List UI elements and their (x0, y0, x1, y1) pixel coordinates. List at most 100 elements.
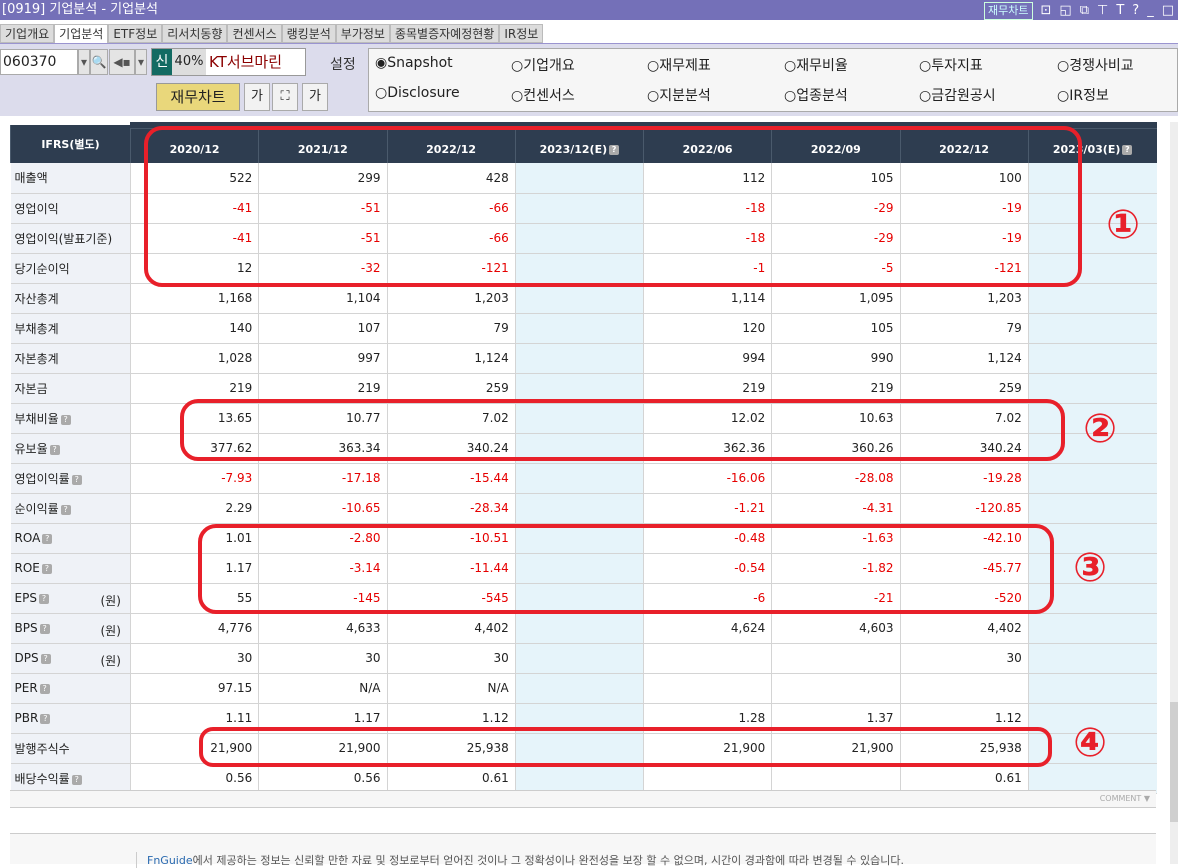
stock-code-input[interactable]: 060370 (0, 49, 78, 75)
tab-1[interactable]: 기업분석 (54, 24, 109, 43)
table-cell: 21,900 (642, 733, 772, 764)
tab-5[interactable]: 랭킹분석 (281, 24, 336, 43)
unit-label: (원) (100, 623, 121, 638)
table-cell (514, 163, 644, 194)
radio-option[interactable]: ○금감원공시 (919, 85, 996, 105)
settings-button[interactable]: 설정 (330, 54, 356, 74)
search-icon[interactable]: 🔍 (90, 49, 108, 75)
scrollbar-thumb[interactable] (1170, 702, 1178, 822)
tab-6[interactable]: 부가정보 (335, 24, 390, 43)
pin-icon[interactable]: ⊤ (1097, 1, 1108, 21)
radio-option[interactable]: ◉Snapshot (375, 55, 453, 71)
window-icon[interactable]: ⧉ (1080, 1, 1089, 21)
table-row: EPS? (원) 55 -145 -545 -6 -21 -520 (10, 583, 1157, 614)
tab-2[interactable]: ETF정보 (108, 24, 163, 43)
table-cell: -17.18 (258, 463, 387, 494)
fit-screen-button[interactable]: ⛶ (272, 83, 298, 111)
help-icon[interactable]: ? (71, 474, 82, 485)
layout-icon[interactable]: ◱ (1059, 1, 1071, 21)
table-cell (514, 313, 644, 344)
tab-4[interactable]: 컨센서스 (227, 24, 282, 43)
tab-3[interactable]: 리서치동향 (162, 24, 228, 43)
row-label-text: PER (14, 681, 38, 695)
help-icon[interactable]: ? (60, 414, 71, 425)
help-icon[interactable]: ? (49, 444, 60, 455)
help-icon[interactable]: ? (1122, 145, 1133, 155)
radio-option[interactable]: ○컨센서스 (511, 85, 575, 105)
tab-0[interactable]: 기업개요 (0, 24, 55, 43)
maximize-icon[interactable]: □ (1162, 1, 1174, 21)
help-icon[interactable]: ? (609, 145, 620, 155)
column-header-label: 2022/06 (682, 143, 733, 156)
radio-unchecked-icon[interactable]: ○ (647, 88, 659, 104)
help-icon[interactable]: ? (71, 774, 82, 785)
radio-checked-icon[interactable]: ◉ (375, 55, 387, 71)
radio-option[interactable]: ○투자지표 (919, 55, 983, 75)
tab-8[interactable]: IR정보 (499, 24, 544, 43)
font-icon[interactable]: T (1116, 1, 1124, 21)
radio-unchecked-icon[interactable]: ○ (919, 58, 931, 74)
help-icon[interactable]: ? (39, 684, 50, 694)
table-cell: 1,124 (386, 343, 516, 374)
font-decrease-button[interactable]: 가 (244, 83, 270, 111)
table-cell (1027, 763, 1157, 794)
minimize-icon[interactable]: _ (1147, 1, 1154, 21)
row-label-text: 자산총계 (14, 291, 59, 306)
radio-option[interactable]: ○재무비율 (784, 55, 848, 75)
table-cell: 1.17 (129, 553, 259, 584)
table-cell: -29 (771, 193, 900, 224)
radio-unchecked-icon[interactable]: ○ (919, 88, 931, 104)
help-icon[interactable]: ? (60, 504, 71, 515)
radio-unchecked-icon[interactable]: ○ (511, 58, 523, 74)
table-cell (1027, 253, 1157, 284)
font-increase-button[interactable]: 가 (302, 83, 328, 111)
table-cell: 1.17 (258, 703, 387, 734)
help-icon[interactable]: ? (40, 654, 51, 664)
table-cell (514, 553, 644, 584)
row-label-text: 부채총계 (14, 321, 59, 336)
table-cell (514, 763, 644, 794)
speaker-dropdown-icon[interactable]: ▾ (135, 49, 147, 75)
help-icon[interactable]: ? (42, 534, 53, 544)
help-icon[interactable]: ? (39, 624, 50, 634)
help-icon[interactable]: ? (41, 564, 52, 574)
table-cell: 428 (386, 163, 516, 194)
speaker-icon[interactable]: ◀▪ (109, 49, 135, 75)
radio-unchecked-icon[interactable]: ○ (1057, 88, 1069, 104)
table-cell: -1.21 (642, 493, 772, 524)
chart-icon[interactable]: ⊡ (1041, 1, 1052, 21)
radio-unchecked-icon[interactable]: ○ (784, 88, 796, 104)
table-cell (514, 703, 644, 734)
table-row: PBR? 1.11 1.17 1.12 1.28 1.37 1.12 (10, 703, 1157, 734)
table-cell: 0.61 (899, 763, 1029, 794)
row-label: DPS? (원) (10, 643, 131, 674)
code-dropdown-icon[interactable]: ▾ (78, 49, 90, 75)
radio-unchecked-icon[interactable]: ○ (647, 58, 659, 74)
table-cell: 1,095 (771, 283, 900, 314)
table-cell: -10.65 (258, 493, 387, 524)
radio-option[interactable]: ○IR정보 (1057, 85, 1109, 105)
help-icon[interactable]: ? (40, 714, 51, 724)
tab-7[interactable]: 종목별증자예정현황 (389, 24, 500, 43)
radio-option[interactable]: ○Disclosure (375, 85, 460, 101)
comment-toggle[interactable]: COMMENT ▼ (10, 790, 1156, 808)
financial-chart-button[interactable]: 재무차트 (156, 83, 240, 111)
table-row: ROE? 1.17 -3.14 -11.44 -0.54 -1.82 -45.77 (10, 553, 1157, 584)
radio-unchecked-icon[interactable]: ○ (1057, 58, 1069, 74)
radio-option[interactable]: ○업종분석 (784, 85, 848, 105)
radio-unchecked-icon[interactable]: ○ (784, 58, 796, 74)
radio-option[interactable]: ○지분분석 (647, 85, 711, 105)
radio-option[interactable]: ○기업개요 (511, 55, 575, 75)
window-title: [0919] 기업분석 - 기업분석 (2, 2, 158, 17)
radio-unchecked-icon[interactable]: ○ (375, 85, 387, 101)
table-cell: -545 (386, 583, 516, 614)
radio-option[interactable]: ○경쟁사비교 (1057, 55, 1134, 75)
financial-chart-button[interactable]: 재무차트 (984, 2, 1033, 20)
scrollbar[interactable] (1170, 122, 1178, 864)
radio-unchecked-icon[interactable]: ○ (511, 88, 523, 104)
table-cell: -0.54 (642, 553, 772, 584)
help-icon[interactable]: ? (1132, 1, 1139, 21)
radio-option[interactable]: ○재무제표 (647, 55, 711, 75)
help-icon[interactable]: ? (38, 594, 49, 604)
table-cell: -19 (899, 193, 1029, 224)
